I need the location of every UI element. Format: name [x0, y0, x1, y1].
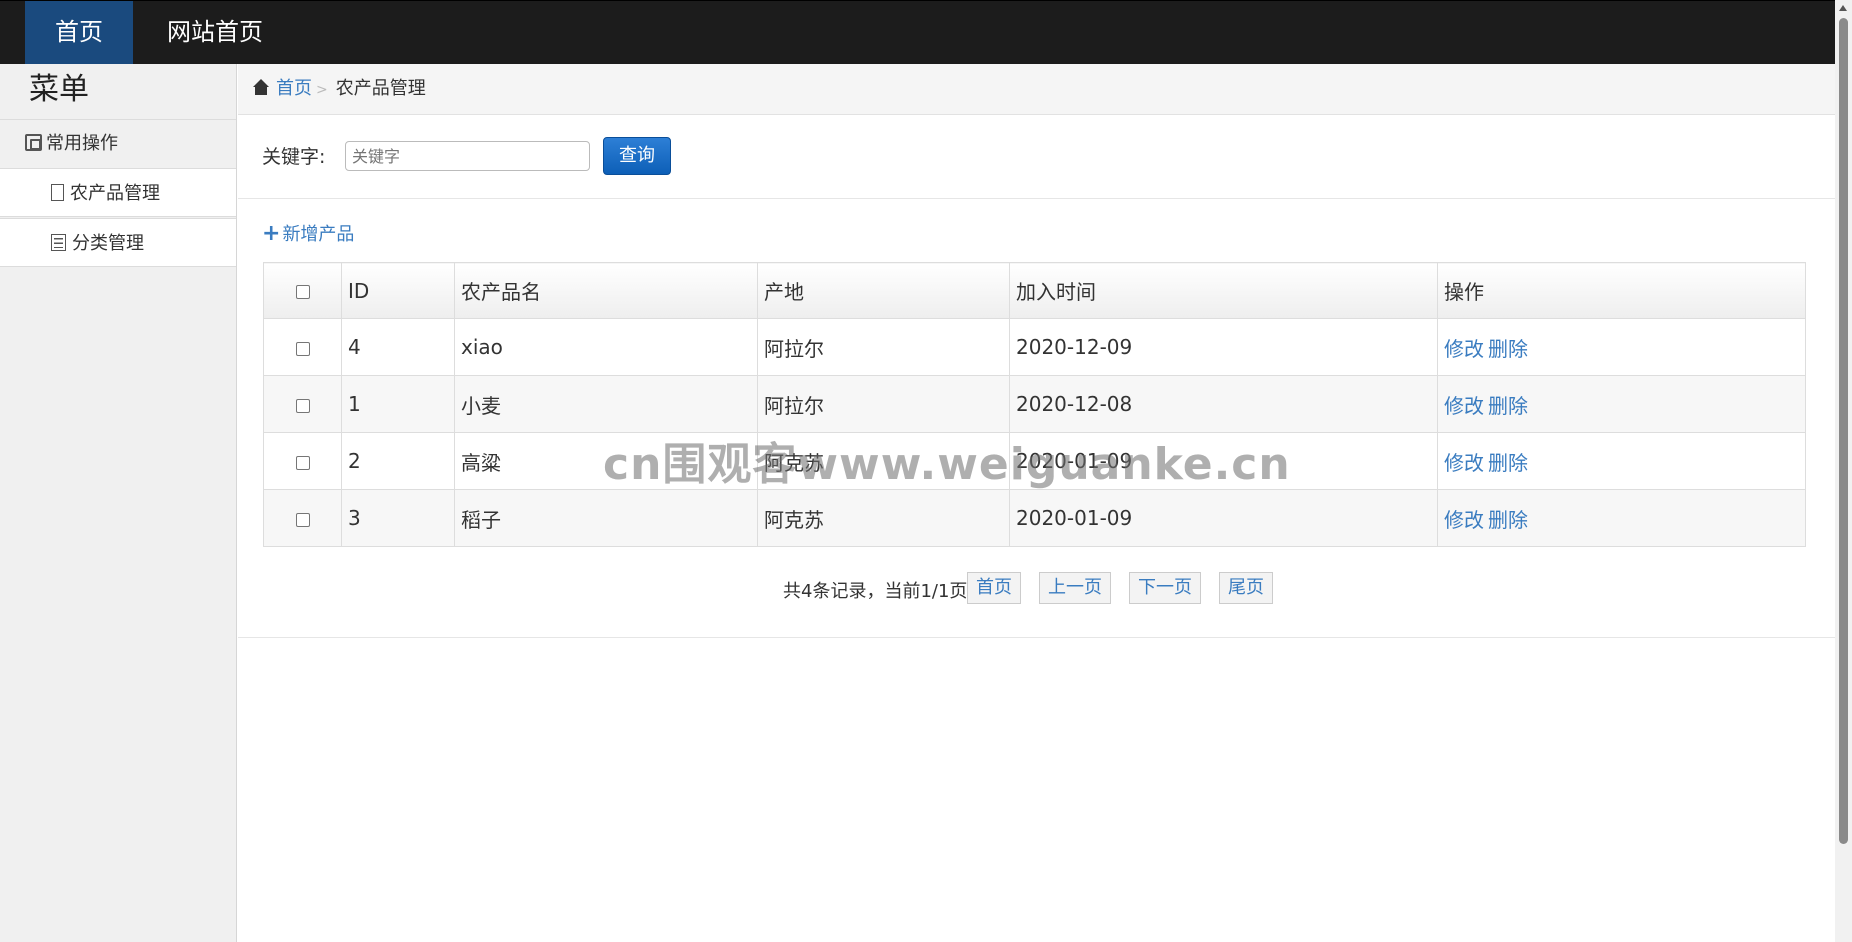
next-page-button[interactable]: 下一页	[1129, 572, 1201, 604]
row-checkbox[interactable]	[295, 398, 310, 413]
sidebar-item-product-management[interactable]: 农产品管理	[0, 168, 236, 217]
search-button[interactable]: 查询	[603, 137, 671, 175]
search-label: 关键字:	[262, 146, 326, 168]
col-header-actions: 操作	[1437, 262, 1806, 319]
product-table: ID 农产品名 产地 加入时间 操作 4 xiao 阿拉尔 2020-12-09…	[263, 262, 1806, 547]
cell-id: 1	[341, 375, 455, 433]
cell-origin: 阿拉尔	[757, 375, 1010, 433]
edit-link[interactable]: 修改	[1444, 451, 1484, 475]
cell-name: 稻子	[454, 489, 758, 547]
cell-name: 小麦	[454, 375, 758, 433]
add-product-label: 新增产品	[282, 224, 355, 245]
row-checkbox[interactable]	[295, 455, 310, 470]
vertical-scrollbar[interactable]	[1835, 0, 1852, 942]
cell-actions: 修改 删除	[1437, 318, 1806, 376]
row-checkbox[interactable]	[295, 512, 310, 527]
prev-page-button[interactable]: 上一页	[1039, 572, 1111, 604]
last-page-button[interactable]: 尾页	[1219, 572, 1273, 604]
cell-id: 2	[341, 432, 455, 490]
cell-id: 4	[341, 318, 455, 376]
main-content: 首页 > 农产品管理 关键字: + 新增产品 ID 农产品名 产地 加入时间 操作 4…	[238, 64, 1835, 942]
col-header-origin: 产地	[757, 262, 1010, 319]
edit-link[interactable]: 修改	[1444, 508, 1484, 532]
book-icon	[25, 134, 42, 151]
table-row: 1 小麦 阿拉尔 2020-12-08 修改 删除	[263, 375, 1806, 433]
col-header-date: 加入时间	[1009, 262, 1438, 319]
scroll-up-arrow-icon[interactable]	[1839, 5, 1847, 11]
file-icon	[51, 184, 64, 201]
delete-link[interactable]: 删除	[1488, 337, 1528, 361]
cell-actions: 修改 删除	[1437, 489, 1806, 547]
sidebar: 菜单 常用操作 农产品管理 分类管理	[0, 64, 237, 942]
cell-date: 2020-01-09	[1009, 489, 1438, 547]
cell-origin: 阿拉尔	[757, 318, 1010, 376]
first-page-button[interactable]: 首页	[967, 572, 1021, 604]
scrollbar-thumb[interactable]	[1839, 18, 1848, 844]
nav-home[interactable]: 首页	[25, 1, 133, 64]
select-all-checkbox[interactable]	[295, 285, 310, 299]
row-select-cell	[263, 318, 342, 376]
sidebar-title: 菜单	[0, 64, 236, 120]
cell-date: 2020-12-08	[1009, 375, 1438, 433]
cell-date: 2020-12-09	[1009, 318, 1438, 376]
cell-origin: 阿克苏	[757, 432, 1010, 490]
table-header-row: ID 农产品名 产地 加入时间 操作	[263, 262, 1806, 319]
cell-origin: 阿克苏	[757, 489, 1010, 547]
delete-link[interactable]: 删除	[1488, 508, 1528, 532]
nav-site-home[interactable]: 网站首页	[148, 1, 282, 64]
cell-date: 2020-01-09	[1009, 432, 1438, 490]
list-icon	[51, 234, 66, 251]
table-row: 2 高粱 阿克苏 2020-01-09 修改 删除	[263, 432, 1806, 490]
table-row: 4 xiao 阿拉尔 2020-12-09 修改 删除	[263, 318, 1806, 376]
col-header-id: ID	[341, 262, 455, 319]
edit-link[interactable]: 修改	[1444, 337, 1484, 361]
breadcrumb: 首页 > 农产品管理	[238, 64, 1835, 115]
row-checkbox[interactable]	[295, 341, 310, 356]
sidebar-group-label: 常用操作	[46, 133, 118, 154]
top-navbar: 首页 网站首页	[0, 0, 1835, 64]
pagination-info: 共4条记录，当前1/1页	[783, 581, 968, 602]
table-row: 3 稻子 阿克苏 2020-01-09 修改 删除	[263, 489, 1806, 547]
col-header-name: 农产品名	[454, 262, 758, 319]
search-input[interactable]	[345, 141, 590, 171]
delete-link[interactable]: 删除	[1488, 394, 1528, 418]
cell-actions: 修改 删除	[1437, 375, 1806, 433]
sidebar-item-category-management[interactable]: 分类管理	[0, 218, 236, 267]
section-divider	[238, 637, 1835, 638]
plus-icon: +	[262, 221, 281, 246]
select-all-cell	[263, 262, 342, 319]
add-product-button[interactable]: + 新增产品	[262, 220, 354, 246]
cell-name: xiao	[454, 318, 758, 376]
cell-actions: 修改 删除	[1437, 432, 1806, 490]
home-icon	[252, 79, 270, 95]
sidebar-group-common[interactable]: 常用操作	[0, 120, 236, 168]
cell-id: 3	[341, 489, 455, 547]
breadcrumb-current: 农产品管理	[335, 78, 426, 99]
row-select-cell	[263, 489, 342, 547]
sidebar-item-label: 农产品管理	[70, 183, 160, 204]
cell-name: 高粱	[454, 432, 758, 490]
edit-link[interactable]: 修改	[1444, 394, 1484, 418]
row-select-cell	[263, 375, 342, 433]
breadcrumb-home-link[interactable]: 首页	[276, 78, 312, 99]
breadcrumb-separator: >	[316, 82, 328, 98]
sidebar-item-label: 分类管理	[72, 233, 144, 254]
row-select-cell	[263, 432, 342, 490]
delete-link[interactable]: 删除	[1488, 451, 1528, 475]
